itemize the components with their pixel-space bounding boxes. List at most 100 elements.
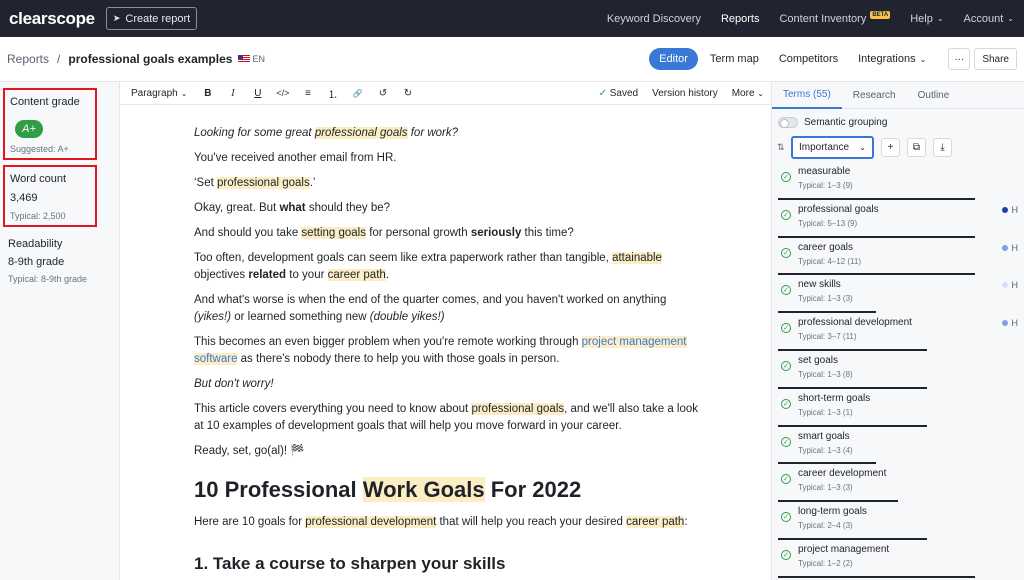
term-name: career development	[798, 468, 887, 480]
code-icon[interactable]: </>	[270, 88, 295, 98]
saved-status: ✓ Saved	[599, 88, 639, 99]
check-icon: ✓	[598, 87, 607, 99]
nav-label: Help	[910, 12, 933, 25]
check-circle-icon: ✓	[781, 172, 791, 182]
numbered-list-icon[interactable]: ⒈	[320, 86, 345, 101]
terms-list: ✓ measurable Typical: 1–3 (9) ✓ professional…	[778, 162, 1018, 578]
bullet-list-icon[interactable]: ≡	[295, 88, 320, 99]
italic-icon[interactable]: I	[220, 88, 245, 99]
tab-research[interactable]: Research	[842, 82, 907, 109]
view-tabs: Editor Term map Competitors Integrations…	[649, 48, 1017, 70]
nav-reports[interactable]: Reports	[711, 0, 770, 37]
priority-dot-icon	[1001, 244, 1008, 251]
priority-dot-icon	[1001, 320, 1008, 327]
term-name: smart goals	[798, 430, 850, 442]
tab-editor[interactable]: Editor	[649, 48, 698, 70]
term-name: new skills	[798, 279, 841, 291]
paragraph: Okay, great. But what should they be?	[194, 202, 391, 214]
nav-content-inventory[interactable]: Content Inventory BETA	[769, 0, 900, 37]
paragraph: This article covers everything you need …	[194, 403, 699, 432]
term-name: measurable	[798, 166, 851, 177]
priority-indicator: H	[1001, 280, 1018, 290]
term-highlight: professional goals	[217, 177, 310, 189]
check-circle-icon: ✓	[781, 474, 791, 485]
tab-integrations[interactable]: Integrations ⌄	[850, 48, 934, 70]
tab-term-map[interactable]: Term map	[702, 48, 767, 70]
term-item[interactable]: ✓ long-term goals Typical: 2–4 (3)	[778, 502, 1018, 540]
paragraph: And what's worse is when the end of the …	[194, 294, 667, 323]
term-item[interactable]: ✓ career goals Typical: 4–12 (11) H	[778, 238, 1018, 276]
nav-account[interactable]: Account ⌄	[954, 0, 1024, 37]
readability-value: 8-9th grade	[8, 256, 65, 268]
semantic-grouping-toggle[interactable]	[778, 117, 798, 128]
term-item[interactable]: ✓ career development Typical: 1–3 (3)	[778, 464, 1018, 503]
check-circle-icon: ✓	[781, 360, 791, 371]
term-typical: Typical: 4–12 (11)	[798, 256, 861, 266]
term-item[interactable]: ✓ set goals Typical: 1–3 (8)	[778, 351, 1018, 389]
paragraph: Too often, development goals can seem li…	[194, 252, 662, 281]
term-highlight: setting goals	[301, 227, 366, 239]
report-header: Reports / professional goals examples EN…	[0, 37, 1024, 82]
chevron-down-icon: ⌄	[936, 14, 944, 23]
copy-icon[interactable]: ⧉	[907, 138, 926, 157]
download-icon[interactable]: ⤓	[933, 138, 952, 157]
heading-3: 1. Take a course to sharpen your skills	[194, 554, 506, 573]
priority-label: H	[1011, 242, 1019, 253]
semantic-grouping-row: Semantic grouping	[778, 117, 887, 128]
word-count-typical: Typical: 2,500	[10, 211, 66, 221]
chevron-down-icon: ⌄	[757, 88, 764, 98]
saved-label: Saved	[609, 87, 639, 99]
term-highlight: career path	[327, 269, 386, 281]
term-highlight: career path	[626, 516, 685, 528]
paragraph-style-select[interactable]: Paragraph ⌄	[131, 88, 187, 99]
document-content[interactable]: Looking for some great professional goal…	[194, 125, 704, 575]
priority-dot-icon	[1001, 282, 1008, 289]
term-item[interactable]: ✓ professional goals Typical: 5–13 (9) H	[778, 200, 1018, 238]
term-name: short-term goals	[798, 392, 871, 404]
clearscope-logo[interactable]: clearscope	[9, 9, 95, 29]
undo-icon[interactable]: ↺	[370, 88, 395, 99]
language-label: EN	[252, 54, 265, 64]
paragraph: You've received another email from HR.	[194, 152, 397, 164]
term-highlight: attainable	[612, 252, 662, 264]
terms-panel: Terms (55) Research Outline Semantic gro…	[771, 82, 1024, 580]
more-options-button[interactable]: ···	[948, 48, 971, 70]
tab-integrations-label: Integrations	[858, 53, 916, 65]
term-item[interactable]: ✓ smart goals Typical: 1–3 (4)	[778, 427, 1018, 465]
check-circle-icon: ✓	[781, 247, 791, 258]
breadcrumb-reports[interactable]: Reports	[7, 52, 49, 66]
term-item[interactable]: ✓ short-term goals Typical: 1–3 (1)	[778, 389, 1018, 427]
create-report-button[interactable]: ➤ Create report	[105, 7, 198, 30]
term-item[interactable]: ✓ project management Typical: 1–2 (2)	[778, 540, 1018, 578]
tab-terms[interactable]: Terms (55)	[772, 82, 842, 109]
version-history-button[interactable]: Version history	[652, 88, 718, 99]
paragraph-label: Paragraph	[131, 87, 178, 99]
term-highlight: professional development	[305, 516, 437, 528]
chevron-down-icon: ⌄	[1007, 14, 1014, 23]
link-icon[interactable]: 🔗	[345, 89, 370, 98]
term-typical: Typical: 3–7 (11)	[798, 332, 857, 342]
sort-select-value: Importance	[799, 142, 850, 153]
bold-icon[interactable]: B	[195, 88, 220, 99]
more-menu-button[interactable]: More ⌄	[732, 88, 764, 99]
term-item[interactable]: ✓ measurable Typical: 1–3 (9)	[778, 162, 1018, 200]
term-name: project management	[798, 543, 890, 555]
share-button[interactable]: Share	[974, 48, 1017, 70]
sort-select[interactable]: Importance ⌄	[791, 136, 874, 159]
semantic-grouping-label: Semantic grouping	[804, 117, 888, 128]
content-grade-label: Content grade	[10, 96, 80, 108]
metrics-panel: Content grade A+ Suggested: A+ Word coun…	[0, 82, 120, 580]
term-item[interactable]: ✓ professional development Typical: 3–7 (1…	[778, 313, 1018, 351]
tab-outline[interactable]: Outline	[907, 82, 961, 109]
sort-icon[interactable]: ⇅	[777, 142, 786, 153]
paragraph: Here are 10 goals for professional devel…	[194, 516, 688, 528]
underline-icon[interactable]: U	[245, 88, 270, 99]
nav-help[interactable]: Help ⌄	[900, 0, 953, 37]
tab-competitors[interactable]: Competitors	[771, 48, 846, 70]
add-term-button[interactable]: +	[881, 138, 900, 157]
document-editor[interactable]: Looking for some great professional goal…	[120, 105, 771, 580]
nav-keyword-discovery[interactable]: Keyword Discovery	[597, 0, 711, 37]
redo-icon[interactable]: ↻	[395, 88, 420, 99]
format-buttons: B I U </> ≡ ⒈ 🔗 ↺ ↻	[195, 86, 420, 101]
term-item[interactable]: ✓ new skills Typical: 1–3 (3) H	[778, 275, 1018, 314]
